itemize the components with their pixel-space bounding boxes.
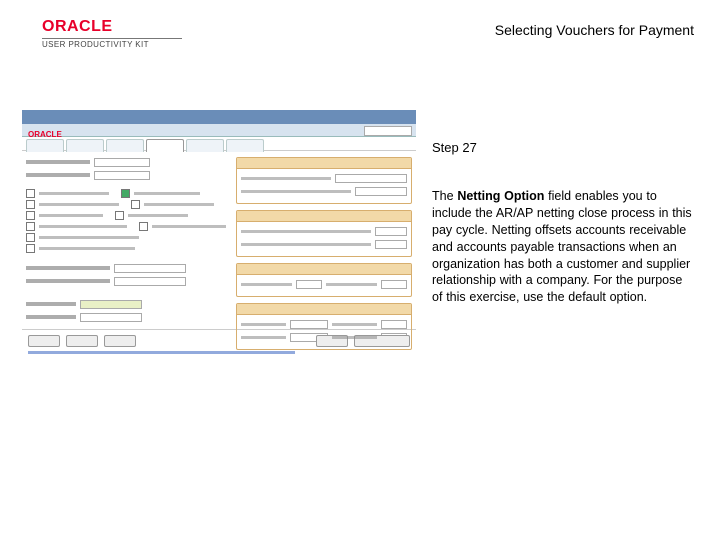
section-header	[237, 211, 411, 222]
embedded-screenshot: ORACLE	[22, 110, 416, 370]
checkbox-row	[26, 244, 228, 253]
section-box	[236, 157, 412, 204]
field-row	[26, 263, 228, 273]
desc-pre: The	[432, 189, 457, 203]
section-header	[237, 264, 411, 275]
footer-button	[66, 335, 98, 347]
form-right-column	[232, 151, 416, 329]
checkbox-row	[26, 189, 228, 198]
oracle-upk-logo: ORACLE USER PRODUCTIVITY KIT	[42, 18, 182, 49]
section-header	[237, 158, 411, 169]
section-header	[237, 304, 411, 315]
checkbox-row	[26, 211, 228, 220]
breadcrumb-path	[28, 351, 295, 354]
field-row	[26, 276, 228, 286]
form-left-column	[22, 151, 232, 329]
desc-bold: Netting Option	[457, 189, 544, 203]
section-box	[236, 210, 412, 257]
form-body	[22, 151, 416, 329]
page-title: Selecting Vouchers for Payment	[495, 22, 694, 38]
step-description: The Netting Option field enables you to …	[432, 188, 694, 306]
field-row	[26, 157, 228, 167]
footer-button	[28, 335, 60, 347]
tab-strip	[22, 137, 416, 151]
section-box	[236, 263, 412, 297]
logo-brand: ORACLE	[42, 18, 182, 36]
step-label: Step 27	[432, 140, 477, 155]
checkbox-row	[26, 222, 228, 231]
field-row	[26, 299, 228, 309]
app-nav-bar: ORACLE	[22, 124, 416, 137]
desc-post: field enables you to include the AR/AP n…	[432, 189, 692, 304]
field-row	[26, 170, 228, 180]
checkbox-row	[26, 233, 228, 242]
app-header-bar	[22, 110, 416, 124]
logo-subtext: USER PRODUCTIVITY KIT	[42, 38, 182, 49]
app-logo: ORACLE	[28, 130, 62, 139]
field-row	[26, 312, 228, 322]
checkbox-row	[26, 200, 228, 209]
footer-button	[104, 335, 136, 347]
